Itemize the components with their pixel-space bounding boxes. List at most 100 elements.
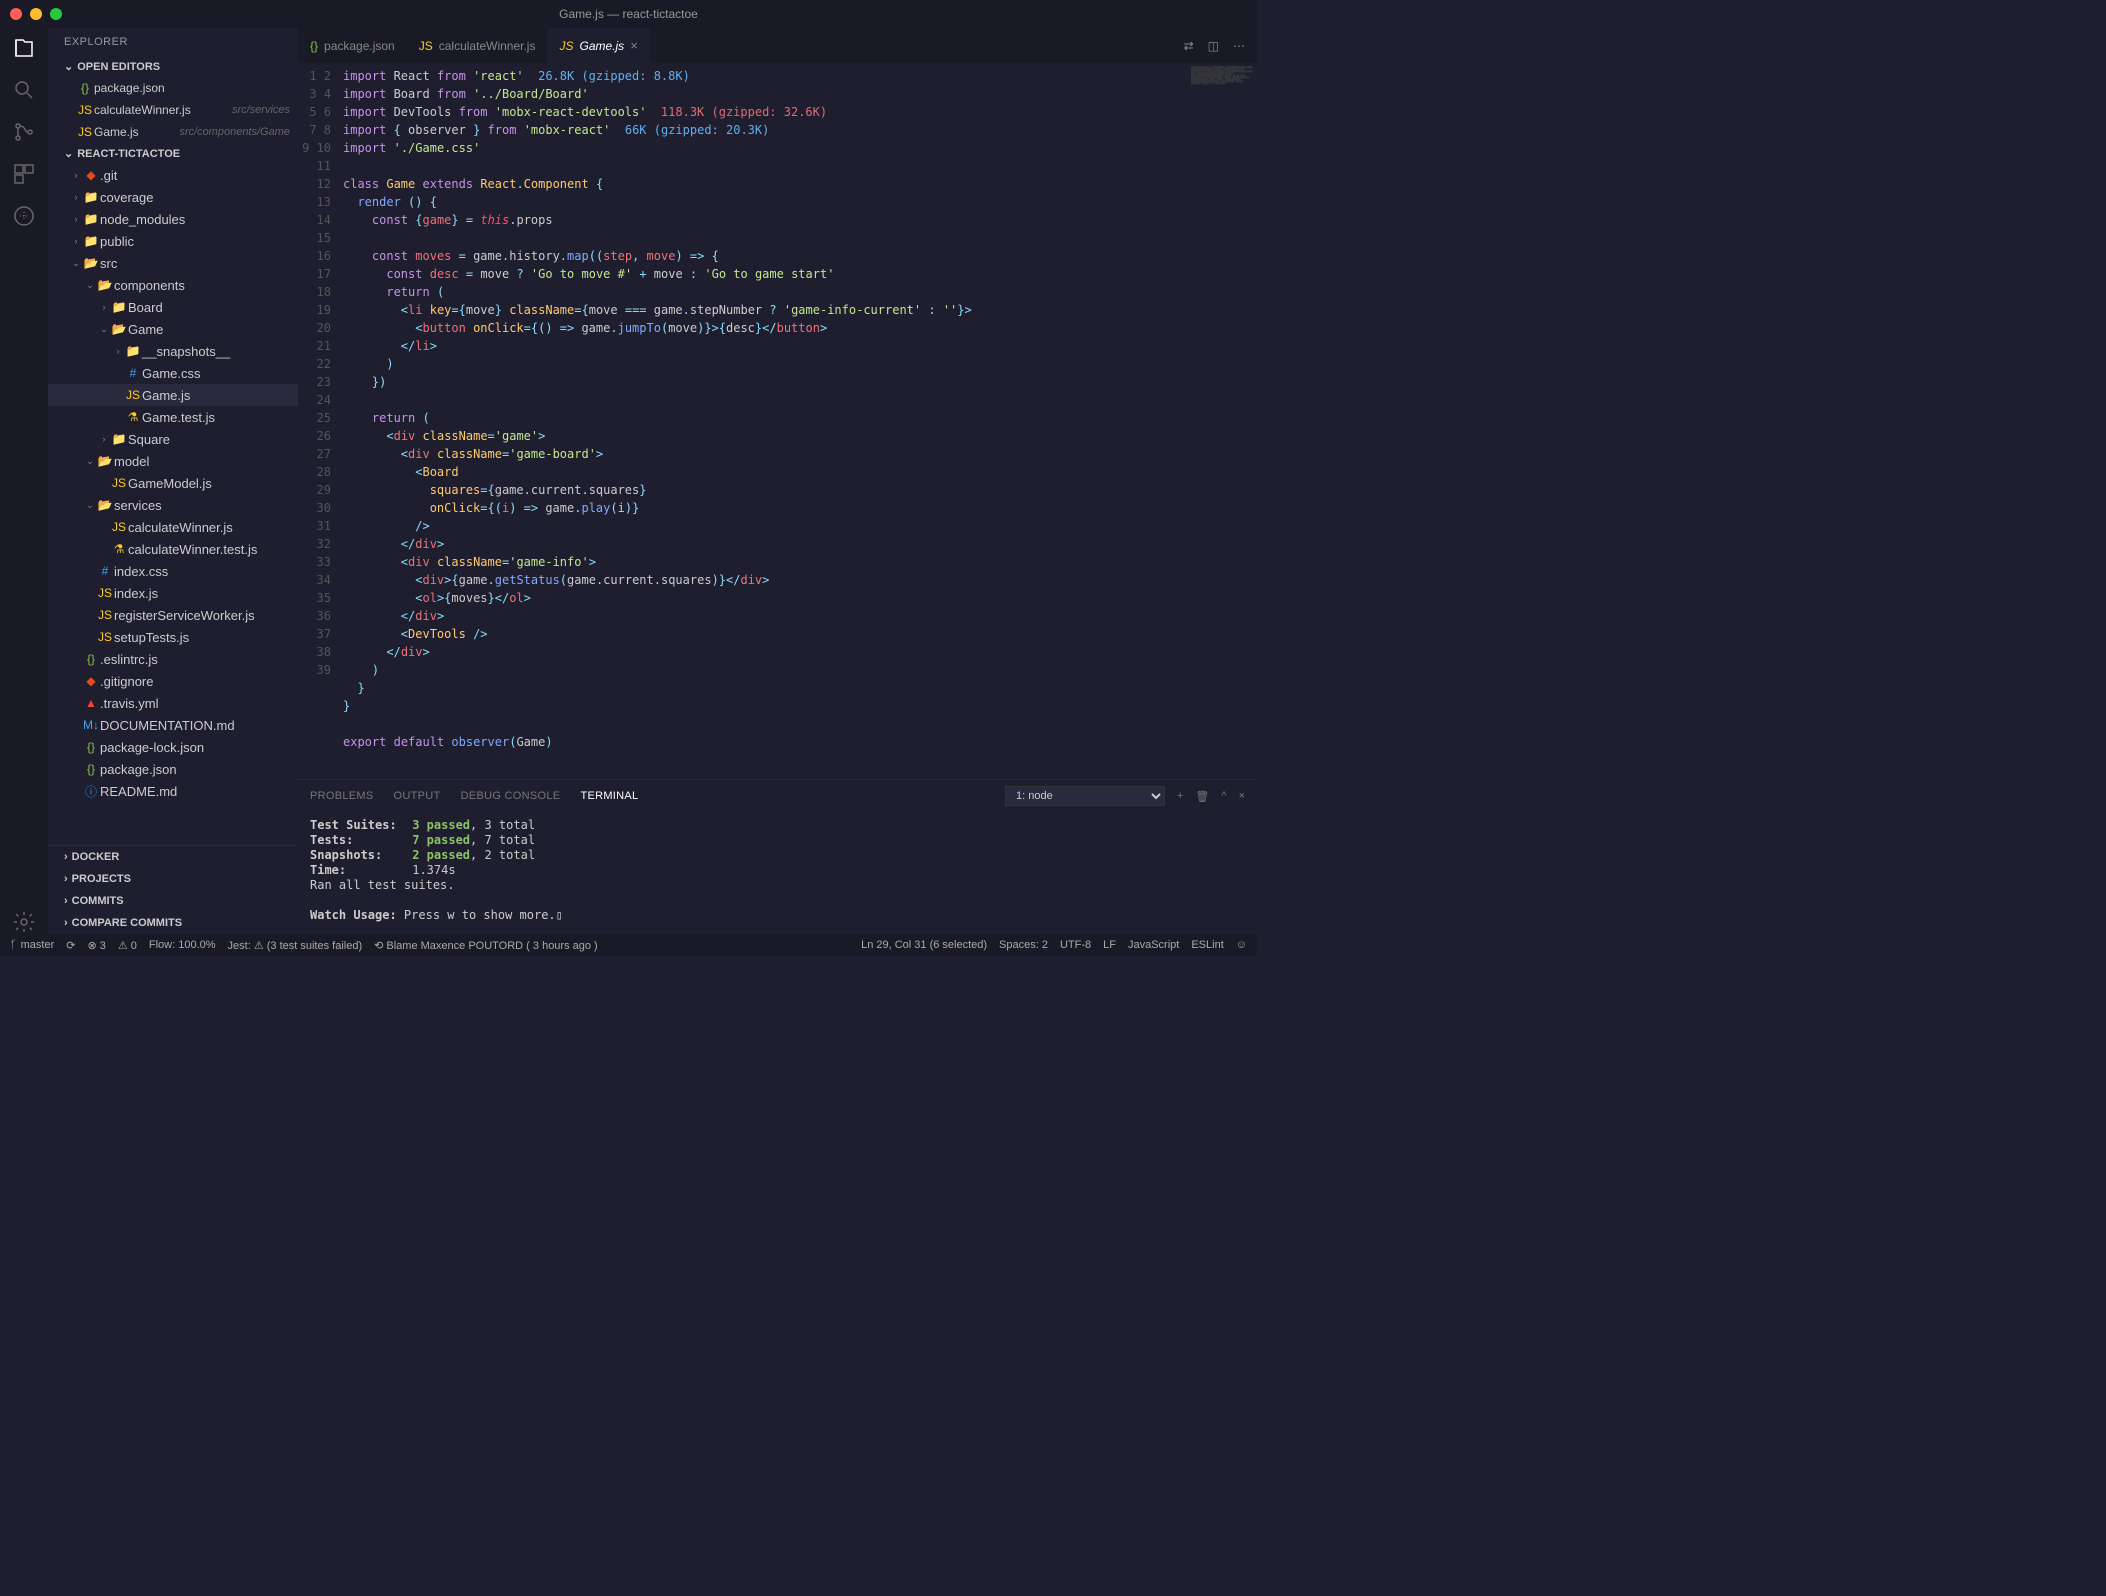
feedback-icon[interactable]: ☺ bbox=[1236, 939, 1247, 951]
tree-item[interactable]: ›◆.git bbox=[48, 164, 298, 186]
file-icon: 📁 bbox=[124, 344, 142, 358]
indent-setting[interactable]: Spaces: 2 bbox=[999, 939, 1048, 951]
close-window-button[interactable] bbox=[10, 8, 22, 20]
status-bar: ᚶ master ⟳ ⊗ 3 ⚠ 0 Flow: 100.0% Jest: ⚠ … bbox=[0, 934, 1257, 956]
jest-status[interactable]: Jest: ⚠ (3 test suites failed) bbox=[228, 939, 363, 952]
tree-item[interactable]: ›📁node_modules bbox=[48, 208, 298, 230]
maximize-window-button[interactable] bbox=[50, 8, 62, 20]
settings-gear-icon[interactable] bbox=[12, 910, 36, 934]
tree-item[interactable]: ⓘREADME.md bbox=[48, 780, 298, 802]
maximize-panel-icon[interactable]: ^ bbox=[1221, 790, 1226, 802]
tree-item[interactable]: {}.eslintrc.js bbox=[48, 648, 298, 670]
language-mode[interactable]: JavaScript bbox=[1128, 939, 1179, 951]
errors-count[interactable]: ⊗ 3 bbox=[87, 939, 105, 952]
sync-icon[interactable]: ⟳ bbox=[66, 939, 75, 952]
editor-tab[interactable]: JScalculateWinner.js bbox=[407, 28, 548, 63]
open-editor-item[interactable]: JSGame.jssrc/components/Game bbox=[48, 121, 298, 143]
file-icon: 📁 bbox=[110, 300, 128, 314]
chevron-icon: › bbox=[98, 434, 110, 444]
git-branch[interactable]: ᚶ master bbox=[10, 939, 54, 951]
tree-item[interactable]: JScalculateWinner.js bbox=[48, 516, 298, 538]
file-icon: 📁 bbox=[82, 212, 100, 226]
minimap[interactable]: ████████████████ ███████████ ███████████… bbox=[1187, 63, 1257, 779]
panel-tab[interactable]: TERMINAL bbox=[580, 790, 638, 802]
editor-tab[interactable]: {}package.json bbox=[298, 28, 407, 63]
sidebar-section[interactable]: ›COMMITS bbox=[48, 890, 298, 912]
eol[interactable]: LF bbox=[1103, 939, 1116, 951]
project-section[interactable]: ⌄REACT-TICTACTOE bbox=[48, 143, 298, 164]
sidebar-section[interactable]: ›PROJECTS bbox=[48, 868, 298, 890]
item-label: package-lock.json bbox=[100, 740, 298, 755]
tree-item[interactable]: ›📁Square bbox=[48, 428, 298, 450]
eslint-status[interactable]: ESLint bbox=[1191, 939, 1223, 951]
source-control-icon[interactable] bbox=[12, 120, 36, 144]
bottom-panel: PROBLEMS OUTPUT DEBUG CONSOLE TERMINAL 1: no… bbox=[298, 779, 1257, 934]
more-icon[interactable]: ⋯ bbox=[1233, 39, 1245, 53]
chevron-icon: › bbox=[70, 192, 82, 202]
tree-item[interactable]: JSGame.js bbox=[48, 384, 298, 406]
tree-item[interactable]: #index.css bbox=[48, 560, 298, 582]
extensions-icon[interactable] bbox=[12, 162, 36, 186]
chevron-icon: ⌄ bbox=[84, 456, 96, 467]
file-icon: {} bbox=[82, 740, 100, 754]
tree-item[interactable]: ⌄📂services bbox=[48, 494, 298, 516]
tree-item[interactable]: ⚗Game.test.js bbox=[48, 406, 298, 428]
item-label: components bbox=[114, 278, 298, 293]
line-numbers: 1 2 3 4 5 6 7 8 9 10 11 12 13 14 15 16 1… bbox=[298, 63, 343, 779]
file-icon: # bbox=[124, 366, 142, 380]
sidebar-section[interactable]: ›DOCKER bbox=[48, 846, 298, 868]
tree-item[interactable]: ⌄📂components bbox=[48, 274, 298, 296]
code-content[interactable]: import React from 'react' 26.8K (gzipped… bbox=[343, 63, 1187, 779]
tree-item[interactable]: ⚗calculateWinner.test.js bbox=[48, 538, 298, 560]
item-label: GameModel.js bbox=[128, 476, 298, 491]
tree-item[interactable]: ▲.travis.yml bbox=[48, 692, 298, 714]
tree-item[interactable]: #Game.css bbox=[48, 362, 298, 384]
close-icon[interactable]: × bbox=[630, 38, 638, 53]
compare-icon[interactable]: ⇄ bbox=[1184, 39, 1194, 53]
open-editor-item[interactable]: {}package.json bbox=[48, 77, 298, 99]
tree-item[interactable]: {}package-lock.json bbox=[48, 736, 298, 758]
tree-item[interactable]: ⌄📂model bbox=[48, 450, 298, 472]
encoding[interactable]: UTF-8 bbox=[1060, 939, 1091, 951]
debug-icon[interactable] bbox=[12, 204, 36, 228]
git-blame[interactable]: ⟲ Blame Maxence POUTORD ( 3 hours ago ) bbox=[374, 939, 598, 952]
new-terminal-icon[interactable]: + bbox=[1177, 790, 1183, 802]
item-label: coverage bbox=[100, 190, 298, 205]
tree-item[interactable]: ›📁Board bbox=[48, 296, 298, 318]
file-icon: ⚗ bbox=[124, 410, 142, 424]
terminal-select[interactable]: 1: node bbox=[1005, 786, 1165, 806]
flow-status[interactable]: Flow: 100.0% bbox=[149, 939, 216, 951]
tree-item[interactable]: ◆.gitignore bbox=[48, 670, 298, 692]
tree-item[interactable]: ⌄📂Game bbox=[48, 318, 298, 340]
tree-item[interactable]: ›📁public bbox=[48, 230, 298, 252]
open-editor-item[interactable]: JScalculateWinner.jssrc/services bbox=[48, 99, 298, 121]
panel-tab[interactable]: PROBLEMS bbox=[310, 790, 374, 802]
tree-item[interactable]: JSindex.js bbox=[48, 582, 298, 604]
open-editors-section[interactable]: ⌄OPEN EDITORS bbox=[48, 56, 298, 77]
item-label: Board bbox=[128, 300, 298, 315]
item-label: index.css bbox=[114, 564, 298, 579]
tree-item[interactable]: ›📁__snapshots__ bbox=[48, 340, 298, 362]
panel-tab[interactable]: DEBUG CONSOLE bbox=[461, 790, 561, 802]
code-editor[interactable]: 1 2 3 4 5 6 7 8 9 10 11 12 13 14 15 16 1… bbox=[298, 63, 1257, 779]
close-panel-icon[interactable]: × bbox=[1239, 790, 1245, 802]
explorer-icon[interactable] bbox=[12, 36, 36, 60]
tree-item[interactable]: JSsetupTests.js bbox=[48, 626, 298, 648]
tree-item[interactable]: JSregisterServiceWorker.js bbox=[48, 604, 298, 626]
cursor-position[interactable]: Ln 29, Col 31 (6 selected) bbox=[861, 939, 987, 951]
warnings-count[interactable]: ⚠ 0 bbox=[118, 939, 137, 952]
sidebar-section[interactable]: ›COMPARE COMMITS bbox=[48, 912, 298, 934]
terminal-output[interactable]: Test Suites: 3 passed, 3 total Tests: 7 … bbox=[298, 812, 1257, 934]
tree-item[interactable]: {}package.json bbox=[48, 758, 298, 780]
minimize-window-button[interactable] bbox=[30, 8, 42, 20]
split-icon[interactable]: ◫ bbox=[1208, 39, 1219, 53]
kill-terminal-icon[interactable]: 🗑 bbox=[1195, 790, 1209, 803]
item-label: Game.css bbox=[142, 366, 298, 381]
search-icon[interactable] bbox=[12, 78, 36, 102]
editor-tab[interactable]: JSGame.js× bbox=[547, 28, 649, 63]
tree-item[interactable]: M↓DOCUMENTATION.md bbox=[48, 714, 298, 736]
tree-item[interactable]: ⌄📂src bbox=[48, 252, 298, 274]
tree-item[interactable]: JSGameModel.js bbox=[48, 472, 298, 494]
panel-tab[interactable]: OUTPUT bbox=[394, 790, 441, 802]
tree-item[interactable]: ›📁coverage bbox=[48, 186, 298, 208]
